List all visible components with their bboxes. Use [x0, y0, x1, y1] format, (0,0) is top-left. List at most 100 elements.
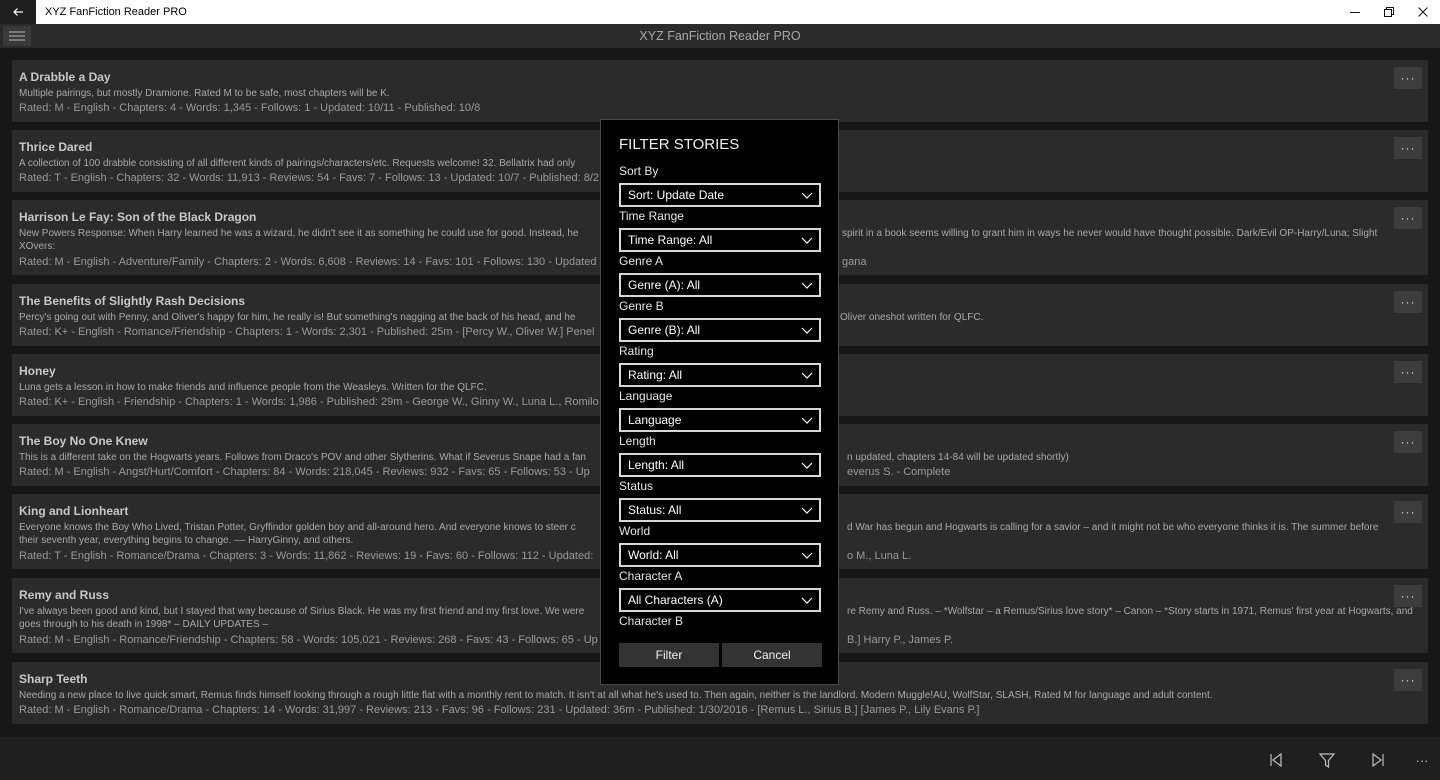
story-title: Honey	[19, 364, 56, 378]
story-summary: Multiple pairings, but mostly Dramione. …	[19, 88, 390, 99]
back-button[interactable]	[0, 0, 36, 24]
sort-by-label: Sort By	[619, 164, 659, 178]
chevron-down-icon	[801, 552, 813, 559]
genre-b-select[interactable]: Genre (B): All	[619, 318, 821, 342]
genre-a-label: Genre A	[619, 254, 664, 268]
more-options-button[interactable]: ···	[1394, 207, 1422, 229]
more-options-button[interactable]: ···	[1394, 431, 1422, 453]
rating-label: Rating	[619, 344, 654, 358]
filter-dialog: FILTER STORIES Sort By Sort: Update Date…	[600, 119, 839, 685]
next-page-icon	[1372, 753, 1384, 767]
app-title: XYZ FanFiction Reader PRO	[639, 29, 801, 43]
close-icon	[1418, 7, 1428, 17]
cancel-button[interactable]: Cancel	[722, 643, 822, 667]
sort-by-select[interactable]: Sort: Update Date	[619, 183, 821, 207]
world-value: World: All	[628, 548, 679, 562]
story-meta: Rated: K+ - English - Romance/Friendship…	[19, 326, 595, 338]
chevron-down-icon	[801, 237, 813, 244]
more-options-button[interactable]: ···	[1394, 291, 1422, 313]
sort-by-value: Sort: Update Date	[628, 188, 725, 202]
story-summary-continued: Oliver oneshot written for QLFC.	[840, 312, 984, 323]
minimize-button[interactable]	[1338, 0, 1372, 24]
story-meta-continued: B.] Harry P., James P.	[847, 634, 953, 646]
story-summary-continued: n updated, chapters 14-84 will be update…	[847, 452, 1069, 463]
story-meta: Rated: K+ - English - Friendship - Chapt…	[19, 396, 599, 408]
chevron-down-icon	[801, 507, 813, 514]
window-titlebar: XYZ FanFiction Reader PRO	[0, 0, 1440, 24]
chevron-down-icon	[801, 462, 813, 469]
filter-apply-button[interactable]: Filter	[619, 643, 719, 667]
rating-select[interactable]: Rating: All	[619, 363, 821, 387]
more-options-button[interactable]: ···	[1394, 137, 1422, 159]
filter-button[interactable]	[1317, 751, 1337, 769]
status-select[interactable]: Status: All	[619, 498, 821, 522]
arrow-left-icon	[13, 8, 23, 16]
character-a-value: All Characters (A)	[628, 593, 723, 607]
character-a-select[interactable]: All Characters (A)	[619, 588, 821, 612]
story-meta: Rated: T - English - Romance/Drama - Cha…	[19, 550, 594, 562]
story-summary: I've always been good and kind, but I st…	[19, 606, 585, 617]
window-title: XYZ FanFiction Reader PRO	[45, 6, 187, 18]
filter-icon	[1319, 752, 1335, 768]
story-meta: Rated: M - English - Angst/Hurt/Comfort …	[19, 466, 590, 478]
length-label: Length	[619, 434, 656, 448]
more-options-button[interactable]: ···	[1394, 501, 1422, 523]
restore-button[interactable]	[1372, 0, 1406, 24]
story-meta-continued: gana	[842, 256, 867, 268]
story-meta: Rated: M - English - Chapters: 4 - Words…	[19, 102, 481, 114]
time-range-value: Time Range: All	[628, 233, 713, 247]
length-value: Length: All	[628, 458, 685, 472]
language-label: Language	[619, 389, 673, 403]
status-label: Status	[619, 479, 654, 493]
genre-b-label: Genre B	[619, 299, 664, 313]
genre-b-value: Genre (B): All	[628, 323, 701, 337]
genre-a-select[interactable]: Genre (A): All	[619, 273, 821, 297]
chevron-down-icon	[801, 282, 813, 289]
genre-a-value: Genre (A): All	[628, 278, 701, 292]
story-summary: Everyone knows the Boy Who Lived, Trista…	[19, 522, 576, 533]
restore-icon	[1384, 7, 1394, 17]
story-meta-continued: o M., Luna L.	[847, 550, 912, 562]
story-summary: Needing a new place to live quick smart,…	[19, 690, 1213, 701]
story-title: Sharp Teeth	[19, 672, 88, 686]
more-options-button[interactable]: ···	[1394, 67, 1422, 89]
more-commands-button[interactable]: ···	[1412, 751, 1432, 769]
minimize-icon	[1350, 12, 1360, 13]
length-select[interactable]: Length: All	[619, 453, 821, 477]
story-meta: Rated: M - English - Romance/Friendship …	[19, 634, 598, 646]
more-options-button[interactable]: ···	[1394, 669, 1422, 691]
rating-value: Rating: All	[628, 368, 683, 382]
story-meta: Rated: M - English - Adventure/Family - …	[19, 256, 597, 268]
command-bar: ···	[0, 737, 1440, 780]
story-summary-continued: spirit in a book seems willing to grant …	[842, 228, 1378, 239]
app-header: XYZ FanFiction Reader PRO	[0, 24, 1440, 48]
close-button[interactable]	[1406, 0, 1440, 24]
dialog-title: FILTER STORIES	[619, 136, 740, 153]
chevron-down-icon	[801, 372, 813, 379]
more-options-button[interactable]: ···	[1394, 585, 1422, 607]
status-value: Status: All	[628, 503, 682, 517]
chevron-down-icon	[801, 327, 813, 334]
time-range-select[interactable]: Time Range: All	[619, 228, 821, 252]
story-meta: Rated: M - English - Romance/Drama - Cha…	[19, 704, 980, 716]
story-summary-continued: d War has begun and Hogwarts is calling …	[847, 522, 1379, 533]
character-b-label: Character B	[619, 614, 684, 628]
world-select[interactable]: World: All	[619, 543, 821, 567]
story-meta: Rated: T - English - Chapters: 32 - Word…	[19, 172, 600, 184]
story-summary: Percy's going out with Penny, and Oliver…	[19, 312, 576, 323]
story-title: Remy and Russ	[19, 588, 110, 602]
previous-page-button[interactable]	[1266, 751, 1286, 769]
story-title: The Boy No One Knew	[19, 434, 148, 448]
story-card[interactable]: A Drabble a Day Multiple pairings, but m…	[12, 60, 1428, 122]
story-title: The Benefits of Slightly Rash Decisions	[19, 294, 246, 308]
more-options-button[interactable]: ···	[1394, 361, 1422, 383]
chevron-down-icon	[801, 597, 813, 604]
language-select[interactable]: Language	[619, 408, 821, 432]
time-range-label: Time Range	[619, 209, 684, 223]
language-value: Language	[628, 413, 682, 427]
story-meta-continued: everus S. - Complete	[847, 466, 951, 478]
chevron-down-icon	[801, 192, 813, 199]
story-summary: New Powers Response: When Harry learned …	[19, 228, 579, 239]
character-a-label: Character A	[619, 569, 683, 583]
next-page-button[interactable]	[1368, 751, 1388, 769]
